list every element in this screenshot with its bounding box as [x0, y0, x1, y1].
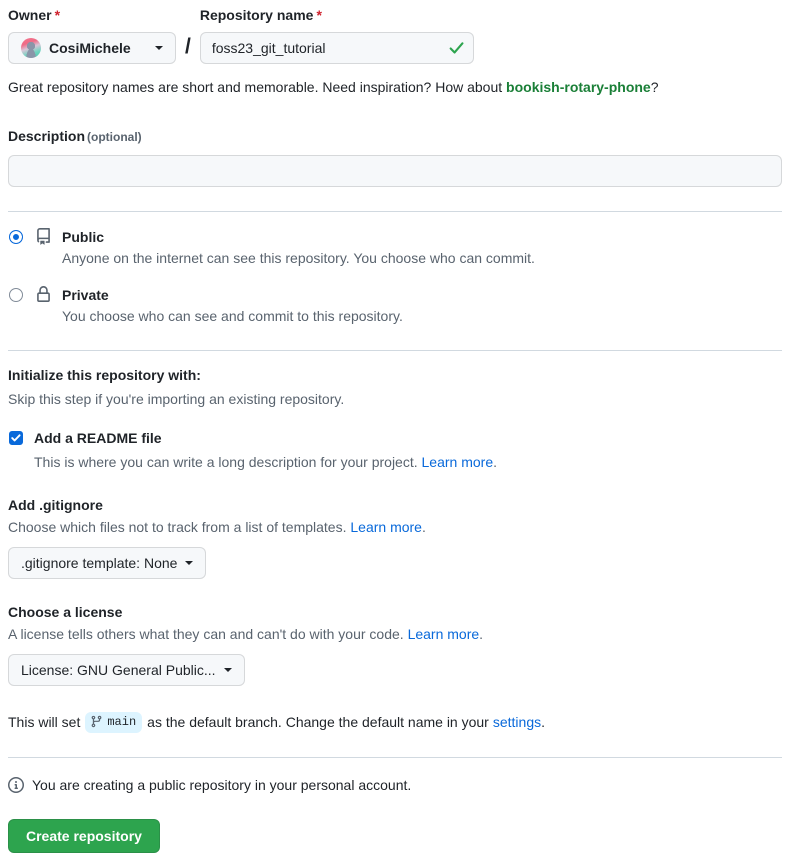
- default-branch-middle: as the default branch. Change the defaul…: [147, 714, 489, 730]
- private-radio[interactable]: [9, 288, 23, 302]
- repo-name-label: Repository name *: [200, 6, 474, 24]
- public-title[interactable]: Public: [62, 227, 782, 247]
- readme-label[interactable]: Add a README file: [34, 428, 162, 448]
- initialize-heading: Initialize this repository with:: [8, 367, 201, 383]
- initialize-subtext: Skip this step if you're importing an ex…: [8, 391, 345, 407]
- license-description: A license tells others what they can and…: [8, 624, 782, 644]
- visibility-option-private[interactable]: Private You choose who can see and commi…: [8, 285, 782, 326]
- repo-book-icon: [35, 228, 52, 245]
- public-option-text: Public Anyone on the internet can see th…: [62, 227, 782, 268]
- initialize-section: Initialize this repository with: Skip th…: [8, 366, 782, 472]
- readme-description: This is where you can write a long descr…: [34, 452, 782, 472]
- chevron-down-icon: [185, 561, 194, 565]
- info-icon: [8, 777, 24, 793]
- default-branch-prefix: This will set: [8, 714, 81, 730]
- repo-name-label-text: Repository name: [199, 7, 314, 23]
- owner-field-block: Owner * CosiMichele: [8, 6, 176, 64]
- repo-name-hint: Great repository names are short and mem…: [8, 77, 782, 97]
- git-branch-icon: [90, 715, 103, 728]
- gitignore-description-suffix: .: [421, 519, 426, 535]
- visibility-notice: You are creating a public repository in …: [8, 775, 782, 795]
- chevron-down-icon: [223, 668, 232, 672]
- readme-checkbox[interactable]: [9, 431, 23, 445]
- owner-select-button[interactable]: CosiMichele: [8, 32, 176, 64]
- gitignore-description: Choose which files not to track from a l…: [8, 517, 782, 537]
- gitignore-description-text: Choose which files not to track from a l…: [8, 519, 351, 535]
- divider-before-notice: [8, 757, 782, 758]
- gitignore-learn-more-link[interactable]: Learn more: [350, 519, 422, 535]
- readme-description-suffix: .: [493, 454, 497, 470]
- license-select[interactable]: License: GNU General Public...: [8, 654, 245, 686]
- default-branch-suffix: .: [541, 714, 545, 730]
- hint-suffix: ?: [650, 79, 659, 95]
- private-title[interactable]: Private: [62, 285, 782, 305]
- owner-label-text: Owner: [8, 7, 52, 23]
- lock-icon: [35, 286, 52, 303]
- private-option-text: Private You choose who can see and commi…: [62, 285, 782, 326]
- user-avatar-image: [21, 38, 41, 58]
- path-separator: /: [185, 35, 191, 58]
- chevron-down-icon: [155, 46, 163, 50]
- license-description-text: A license tells others what they can and…: [8, 626, 408, 642]
- divider-after-visibility: [8, 350, 782, 351]
- owner-and-name-row: Owner * CosiMichele / Repository name *: [8, 0, 782, 64]
- hint-prefix: Great repository names are short and mem…: [8, 79, 507, 95]
- public-radio[interactable]: [9, 230, 23, 244]
- owner-name-text: CosiMichele: [49, 40, 131, 56]
- description-input[interactable]: [8, 155, 782, 187]
- description-label: Description (optional): [8, 127, 782, 146]
- private-description: You choose who can see and commit to thi…: [62, 308, 403, 324]
- readme-checkbox-row[interactable]: Add a README file: [8, 428, 782, 448]
- description-optional-text: (optional): [87, 130, 142, 144]
- repo-name-field-block: Repository name *: [199, 6, 474, 64]
- settings-link[interactable]: settings: [493, 711, 541, 733]
- visibility-options: Public Anyone on the internet can see th…: [8, 227, 782, 326]
- repo-name-input-wrapper: [199, 32, 474, 64]
- gitignore-template-label: .gitignore template: None: [21, 555, 178, 571]
- create-repository-form: Owner* CosiMichele / Repository name*: [0, 0, 790, 853]
- gitignore-heading: Add .gitignore: [8, 497, 103, 513]
- repo-name-required-asterisk: *: [316, 7, 322, 23]
- visibility-option-public[interactable]: Public Anyone on the internet can see th…: [8, 227, 782, 268]
- check-icon: [448, 40, 465, 57]
- gitignore-template-select[interactable]: .gitignore template: None: [8, 547, 207, 579]
- readme-learn-more-link[interactable]: Learn more: [422, 454, 494, 470]
- description-block: Description (optional): [8, 127, 782, 187]
- owner-label: Owner *: [8, 6, 176, 24]
- visibility-notice-text: You are creating a public repository in …: [32, 777, 412, 793]
- license-learn-more-link[interactable]: Learn more: [408, 626, 480, 642]
- default-branch-note: This will set main as the default branch…: [8, 711, 782, 733]
- public-description: Anyone on the internet can see this repo…: [62, 250, 535, 266]
- owner-required-asterisk: *: [54, 7, 61, 23]
- create-repository-button[interactable]: Create repository: [8, 819, 160, 853]
- default-branch-badge: main: [85, 711, 143, 733]
- repository-name-input[interactable]: [199, 32, 474, 64]
- description-label-text: Description: [8, 128, 86, 144]
- readme-description-text: This is where you can write a long descr…: [34, 454, 422, 470]
- license-description-suffix: .: [479, 626, 484, 642]
- suggested-name-link[interactable]: bookish-rotary-phone: [506, 79, 651, 95]
- gitignore-section: Add .gitignore Choose which files not to…: [8, 496, 782, 579]
- license-select-label: License: GNU General Public...: [21, 662, 216, 678]
- default-branch-name: main: [107, 714, 137, 729]
- license-section: Choose a license A license tells others …: [8, 603, 782, 686]
- divider-after-description: [8, 211, 782, 212]
- license-heading: Choose a license: [8, 604, 123, 620]
